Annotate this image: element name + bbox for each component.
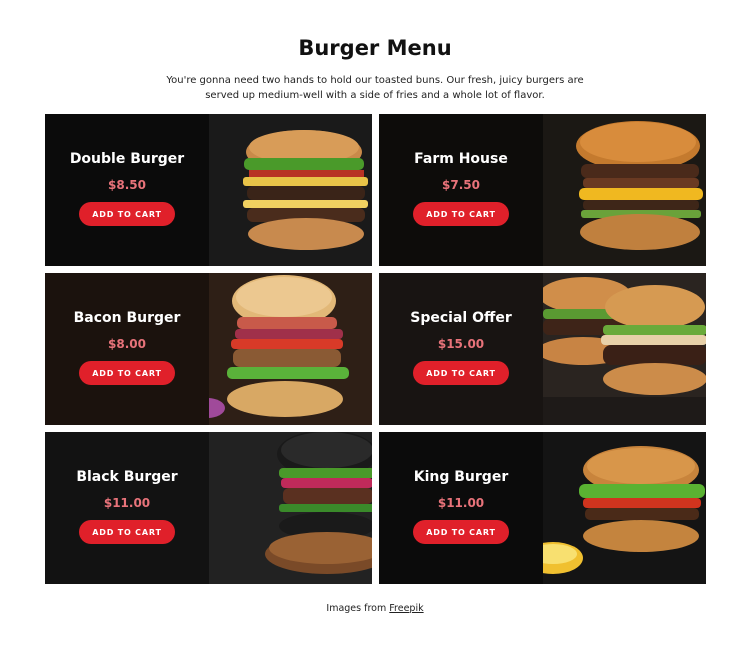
special-offer-burgers-image <box>543 273 706 425</box>
card-name: Special Offer <box>410 310 512 326</box>
credit-prefix: Images from <box>326 603 387 614</box>
card-info: Farm House $7.50 ADD TO CART <box>379 114 543 266</box>
card-name: Black Burger <box>76 469 178 485</box>
menu-card-black-burger: Black Burger $11.00 ADD TO CART <box>45 432 372 584</box>
card-price: $11.00 <box>437 496 485 510</box>
menu-grid: Double Burger $8.50 ADD TO CART Farm Hou… <box>45 114 706 585</box>
add-to-cart-button[interactable]: ADD TO CART <box>413 361 509 385</box>
card-info: Double Burger $8.50 ADD TO CART <box>45 114 209 266</box>
card-name: Farm House <box>414 151 508 167</box>
card-info: Bacon Burger $8.00 ADD TO CART <box>45 273 209 425</box>
card-price: $11.00 <box>103 496 151 510</box>
card-info: King Burger $11.00 ADD TO CART <box>379 432 543 584</box>
image-credit: Images from Freepik <box>0 603 750 614</box>
add-to-cart-button[interactable]: ADD TO CART <box>413 202 509 226</box>
freepik-link[interactable]: Freepik <box>389 603 423 614</box>
farm-house-burger-image <box>543 114 706 266</box>
menu-card-special-offer: Special Offer $15.00 ADD TO CART <box>379 273 706 425</box>
black-burger-image <box>209 432 372 584</box>
card-name: Bacon Burger <box>73 310 181 326</box>
menu-card-double-burger: Double Burger $8.50 ADD TO CART <box>45 114 372 266</box>
card-price: $7.50 <box>442 178 480 192</box>
add-to-cart-button[interactable]: ADD TO CART <box>79 361 175 385</box>
menu-card-farm-house: Farm House $7.50 ADD TO CART <box>379 114 706 266</box>
menu-card-king-burger: King Burger $11.00 ADD TO CART <box>379 432 706 584</box>
double-burger-image <box>209 114 372 266</box>
card-info: Black Burger $11.00 ADD TO CART <box>45 432 209 584</box>
card-price: $8.00 <box>108 337 146 351</box>
king-burger-image <box>543 432 706 584</box>
add-to-cart-button[interactable]: ADD TO CART <box>79 202 175 226</box>
add-to-cart-button[interactable]: ADD TO CART <box>413 520 509 544</box>
card-name: King Burger <box>413 469 509 485</box>
card-info: Special Offer $15.00 ADD TO CART <box>379 273 543 425</box>
add-to-cart-button[interactable]: ADD TO CART <box>79 520 175 544</box>
bacon-burger-image <box>209 273 372 425</box>
menu-card-bacon-burger: Bacon Burger $8.00 ADD TO CART <box>45 273 372 425</box>
card-name: Double Burger <box>69 151 185 167</box>
card-price: $8.50 <box>108 178 146 192</box>
intro-text: You're gonna need two hands to hold our … <box>166 75 584 101</box>
page-title: Burger Menu <box>298 36 452 60</box>
card-price: $15.00 <box>437 337 485 351</box>
